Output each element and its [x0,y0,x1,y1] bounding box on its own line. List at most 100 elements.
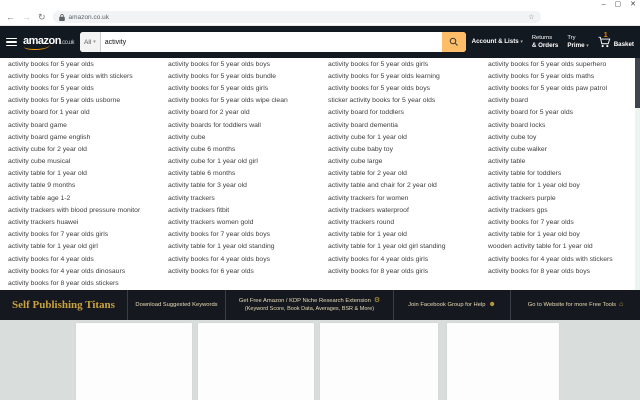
spt-item-label: Join Facebook Group for Help ☻ [408,301,496,308]
suggestion-item[interactable]: activity books for 5 year olds bundle [160,70,320,82]
suggestion-item[interactable]: activity books for 7 year olds [480,216,640,228]
basket-link[interactable]: 1 Basket [598,32,634,48]
suggestion-item[interactable]: activity cube 6 months [160,143,320,155]
suggestion-item[interactable]: activity trackers [160,192,320,204]
join-facebook-button[interactable]: Join Facebook Group for Help ☻ [394,290,511,320]
suggestion-item[interactable]: activity boards for toddlers wall [160,119,320,131]
suggestion-item[interactable]: activity books for 6 year olds [160,265,320,277]
suggestion-item[interactable]: activity trackers for women [320,192,480,204]
suggestion-item[interactable]: activity books for 4 year olds [0,253,160,265]
suggestion-item[interactable]: activity trackers fitbit [160,204,320,216]
account-lists-menu[interactable]: Account & Lists ▾ [472,38,523,46]
suggestion-item[interactable]: activity cube walker [480,143,640,155]
hamburger-menu-icon[interactable] [6,37,17,47]
download-keywords-button[interactable]: Download Suggested Keywords [128,290,226,320]
suggestion-item[interactable]: activity board for toddlers [320,107,480,119]
suggestion-item[interactable]: activity table [480,156,640,168]
suggestion-item[interactable]: activity books for 5 year olds [0,58,160,70]
suggestion-item[interactable]: activity cube large [320,156,480,168]
suggestion-item[interactable]: activity books for 4 year olds boys [160,253,320,265]
scrollbar-thumb[interactable] [635,58,640,108]
go-to-website-button[interactable]: Go to Website for more Free Tools ⌂ [511,290,640,320]
suggestion-item[interactable]: activity trackers huawei [0,216,160,228]
suggestion-item[interactable]: activity table for 1 year old girl [0,241,160,253]
suggestion-item[interactable]: activity books for 5 year olds girls [320,58,480,70]
suggestion-item[interactable]: wooden activity table for 1 year old [480,241,640,253]
suggestion-item[interactable]: activity table 9 months [0,180,160,192]
get-extension-button[interactable]: Get Free Amazon / KDP Niche Research Ext… [226,290,394,320]
suggestion-item[interactable]: activity books for 4 year olds girls [320,253,480,265]
suggestion-item[interactable]: activity board game [0,119,160,131]
suggestion-item[interactable]: activity table for 1 year old boy [480,180,640,192]
returns-orders-link[interactable]: Returns & Orders [532,35,558,50]
suggestion-item[interactable]: activity cube for 1 year old [320,131,480,143]
suggestion-item[interactable]: sticker activity books for 5 year olds [320,95,480,107]
suggestion-item[interactable]: activity table for 1 year old boy [480,229,640,241]
maximize-button[interactable]: ▢ [615,1,622,8]
suggestion-item[interactable]: activity table 6 months [160,168,320,180]
forward-icon[interactable]: → [22,12,31,22]
suggestion-item[interactable]: activity books for 5 year olds superhero [480,58,640,70]
search-input[interactable] [100,32,442,52]
suggestion-item[interactable]: activity cube for 1 year old girl [160,156,320,168]
suggestion-item[interactable]: activity books for 8 year olds boys [480,265,640,277]
try-prime-menu[interactable]: Try Prime ▾ [567,35,588,50]
suggestion-item[interactable]: activity books for 4 year olds dinosaurs [0,265,160,277]
search-category-dropdown[interactable]: All ▾ [79,32,101,52]
suggestion-column-3: activity books for 5 year olds girls acti… [320,58,480,290]
suggestion-item[interactable]: activity cube [160,131,320,143]
reload-icon[interactable]: ↻ [38,12,46,22]
suggestion-item[interactable]: activity books for 5 year olds boys [160,58,320,70]
suggestion-item[interactable]: activity table age 1-2 [0,192,160,204]
suggestion-item[interactable]: activity books for 8 year olds girls [320,265,480,277]
suggestion-item[interactable]: activity board for 5 year olds [480,107,640,119]
amazon-logo-suffix: .co.uk [60,40,75,46]
suggestion-item[interactable]: activity books for 5 year olds usborne [0,95,160,107]
suggestion-item[interactable]: activity board [480,95,640,107]
suggestion-item[interactable]: activity board game english [0,131,160,143]
suggestion-item[interactable]: activity trackers round [320,216,480,228]
close-button[interactable]: ✕ [630,1,636,8]
suggestion-item[interactable]: activity trackers gps [480,204,640,216]
suggestion-item[interactable]: activity cube musical [0,156,160,168]
suggestion-item[interactable]: activity table for 1 year old girl stand… [320,241,480,253]
suggestion-item[interactable]: activity books for 5 year olds girls [160,82,320,94]
suggestion-item[interactable]: activity books for 8 year olds stickers [0,277,160,289]
suggestion-item[interactable]: activity board for 1 year old [0,107,160,119]
suggestion-item[interactable]: activity table for 1 year old [0,168,160,180]
back-icon[interactable]: ← [6,12,15,22]
suggestion-item[interactable]: activity board dementia [320,119,480,131]
suggestion-item[interactable]: activity cube baby toy [320,143,480,155]
suggestion-item[interactable]: activity table and chair for 2 year old [320,180,480,192]
suggestion-item[interactable]: activity books for 5 year olds maths [480,70,640,82]
suggestion-item[interactable]: activity books for 4 year olds with stic… [480,253,640,265]
search-button[interactable] [441,32,466,52]
minimize-button[interactable]: – [602,1,606,8]
address-bar[interactable]: amazon.co.uk ☆ [52,11,541,23]
suggestion-item[interactable]: activity board locks [480,119,640,131]
suggestion-item[interactable]: activity books for 5 year olds with stic… [0,70,160,82]
suggestion-item[interactable]: activity trackers purple [480,192,640,204]
url-text: amazon.co.uk [68,13,110,21]
suggestion-item[interactable]: activity table for 1 year old [320,229,480,241]
suggestion-item[interactable]: activity cube for 2 year old [0,143,160,155]
suggestion-item[interactable]: activity trackers women gold [160,216,320,228]
suggestion-item[interactable]: activity table for 2 year old [320,168,480,180]
suggestion-item[interactable]: activity books for 5 year olds boys [320,82,480,94]
suggestion-item[interactable]: activity books for 5 year olds [0,82,160,94]
bookmark-star-icon[interactable]: ☆ [528,13,534,21]
suggestion-item[interactable]: activity books for 5 year olds wipe clea… [160,95,320,107]
suggestion-item[interactable]: activity books for 5 year olds paw patro… [480,82,640,94]
amazon-logo[interactable]: amazon.co.uk [23,36,75,50]
suggestion-item[interactable]: activity trackers waterproof [320,204,480,216]
suggestion-item[interactable]: activity books for 5 year olds learning [320,70,480,82]
suggestion-item[interactable]: activity table for toddlers [480,168,640,180]
product-card-placeholder [76,323,192,400]
suggestion-item[interactable]: activity trackers with blood pressure mo… [0,204,160,216]
suggestion-item[interactable]: activity board for 2 year old [160,107,320,119]
suggestion-item[interactable]: activity books for 7 year olds boys [160,229,320,241]
suggestion-item[interactable]: activity table for 1 year old standing [160,241,320,253]
suggestion-item[interactable]: activity books for 7 year olds girls [0,229,160,241]
suggestion-item[interactable]: activity table for 3 year old [160,180,320,192]
suggestion-item[interactable]: activity cube toy [480,131,640,143]
